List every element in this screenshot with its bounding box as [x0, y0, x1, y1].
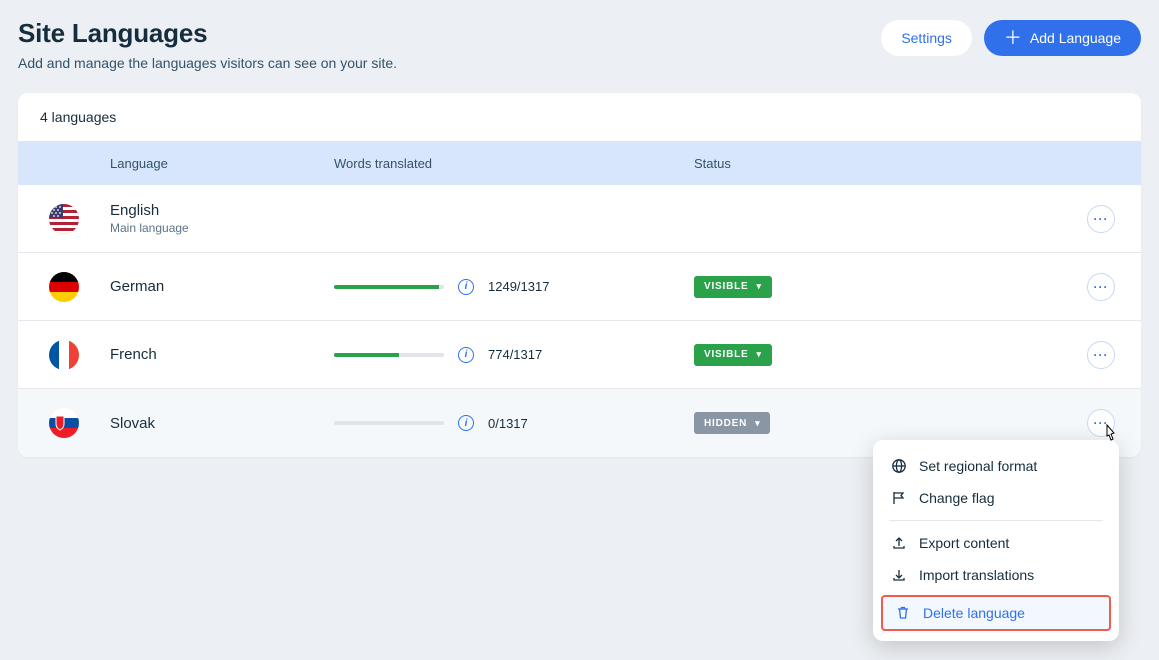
menu-label: Import translations: [919, 567, 1034, 583]
table-header: Language Words translated Status: [18, 141, 1141, 185]
info-icon[interactable]: i: [458, 347, 474, 363]
settings-button[interactable]: Settings: [881, 20, 972, 56]
row-actions-menu: Set regional format Change flag Export c…: [873, 440, 1119, 641]
progress-bar: [334, 421, 444, 425]
menu-label: Delete language: [923, 605, 1025, 621]
status-badge[interactable]: VISIBLE ▾: [694, 276, 772, 298]
page-title: Site Languages: [18, 18, 397, 49]
menu-label: Export content: [919, 535, 1009, 551]
language-sublabel: Main language: [110, 221, 334, 235]
row-more-button[interactable]: ···: [1087, 205, 1115, 233]
info-icon[interactable]: i: [458, 415, 474, 431]
flag-icon-fr: [49, 340, 79, 370]
status-label: HIDDEN: [704, 418, 747, 429]
menu-separator: [889, 520, 1103, 521]
status-badge[interactable]: HIDDEN ▾: [694, 412, 770, 434]
chevron-down-icon: ▾: [757, 281, 762, 292]
row-more-button[interactable]: ···: [1087, 273, 1115, 301]
progress-text: 1249/1317: [488, 279, 549, 294]
col-status: Status: [694, 156, 1061, 171]
progress-bar: [334, 353, 444, 357]
progress-text: 774/1317: [488, 347, 542, 362]
page-subtitle: Add and manage the languages visitors ca…: [18, 55, 397, 71]
language-name: German: [110, 278, 334, 295]
download-icon: [891, 567, 907, 583]
trash-icon: [895, 605, 911, 621]
chevron-down-icon: ▾: [757, 349, 762, 360]
languages-card: 4 languages Language Words translated St…: [18, 93, 1141, 457]
status-label: VISIBLE: [704, 349, 749, 360]
table-row: German i 1249/1317 VISIBLE ▾ ···: [18, 253, 1141, 321]
row-more-button[interactable]: ···: [1087, 341, 1115, 369]
menu-change-flag[interactable]: Change flag: [873, 482, 1119, 514]
language-name: French: [110, 346, 334, 363]
menu-export-content[interactable]: Export content: [873, 527, 1119, 559]
upload-icon: [891, 535, 907, 551]
table-row: English Main language ···: [18, 185, 1141, 253]
flag-icon-de: [49, 272, 79, 302]
table-row: French i 774/1317 VISIBLE ▾ ···: [18, 321, 1141, 389]
language-name: English: [110, 202, 334, 219]
status-label: VISIBLE: [704, 281, 749, 292]
flag-icon: [891, 490, 907, 506]
menu-set-regional-format[interactable]: Set regional format: [873, 450, 1119, 482]
col-language: Language: [110, 156, 334, 171]
status-badge[interactable]: VISIBLE ▾: [694, 344, 772, 366]
col-words: Words translated: [334, 156, 694, 171]
add-language-label: Add Language: [1030, 30, 1121, 46]
chevron-down-icon: ▾: [755, 418, 760, 429]
flag-icon-sk: [49, 408, 79, 438]
menu-delete-language[interactable]: Delete language: [881, 595, 1111, 631]
add-language-button[interactable]: ＋ Add Language: [984, 20, 1141, 56]
menu-label: Change flag: [919, 490, 995, 506]
language-name: Slovak: [110, 415, 334, 432]
plus-icon: ＋: [1004, 29, 1022, 47]
languages-count: 4 languages: [18, 93, 1141, 141]
progress-text: 0/1317: [488, 416, 528, 431]
menu-label: Set regional format: [919, 458, 1037, 474]
globe-icon: [891, 458, 907, 474]
row-more-button[interactable]: ···: [1087, 409, 1115, 437]
settings-label: Settings: [901, 30, 952, 46]
flag-icon-us: [49, 204, 79, 234]
progress-bar: [334, 285, 444, 289]
info-icon[interactable]: i: [458, 279, 474, 295]
menu-import-translations[interactable]: Import translations: [873, 559, 1119, 591]
